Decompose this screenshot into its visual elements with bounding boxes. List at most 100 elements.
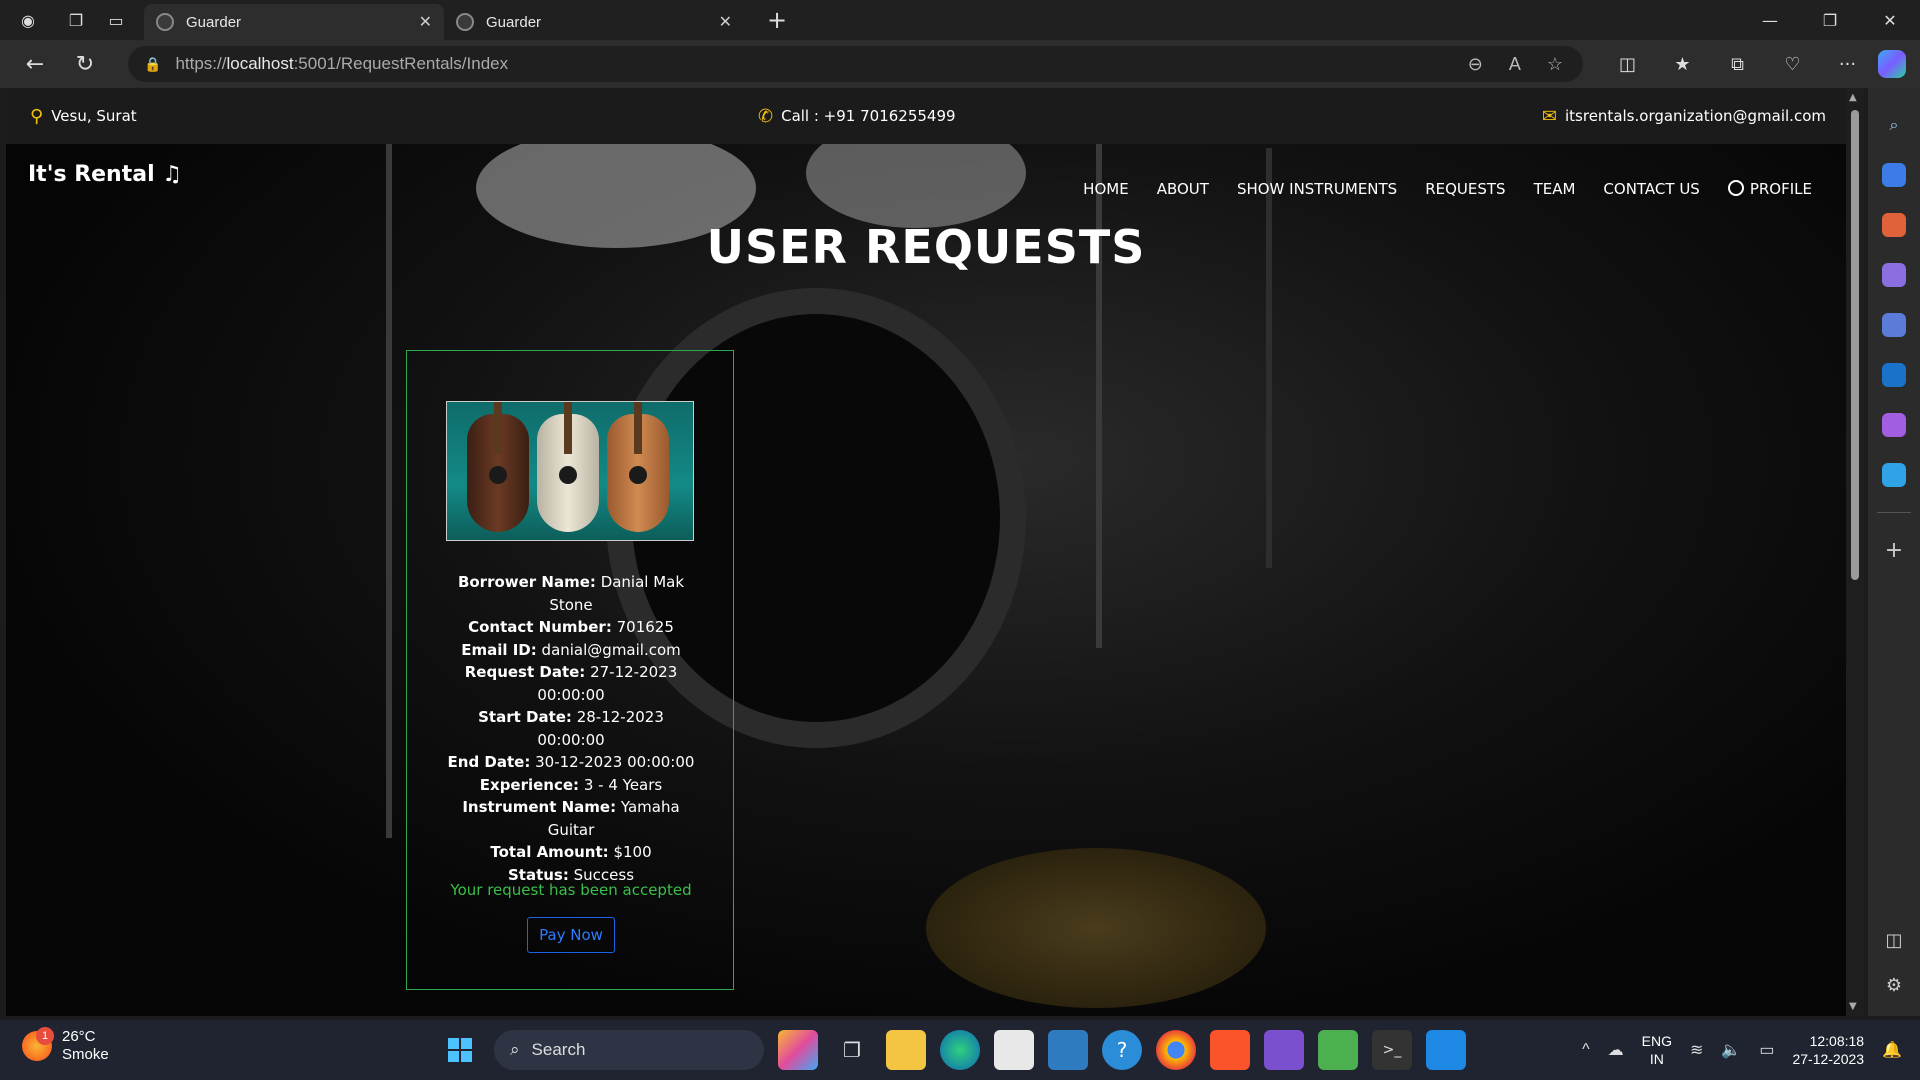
scroll-thumb[interactable] [1851, 110, 1859, 580]
nav-home[interactable]: HOME [1083, 180, 1129, 198]
search-label: Search [531, 1040, 586, 1059]
request-card: Borrower Name: Danial Mak Stone Contact … [406, 350, 734, 990]
scroll-down-icon[interactable]: ▼ [1849, 1001, 1857, 1012]
edge-browser-icon[interactable] [940, 1030, 980, 1070]
new-tab-icon[interactable]: + [762, 6, 792, 34]
call-info: ✆ Call : +91 7016255499 [758, 106, 956, 127]
brave-icon[interactable] [1210, 1030, 1250, 1070]
copilot-app-icon[interactable] [778, 1030, 818, 1070]
mysql-app-icon[interactable] [1048, 1030, 1088, 1070]
pay-now-button[interactable]: Pay Now [527, 917, 615, 953]
browser-tab-2[interactable]: Guarder ✕ [444, 4, 744, 40]
url-field[interactable]: 🔒 https://localhost:5001/RequestRentals/… [128, 46, 1583, 82]
weather-widget[interactable]: 1 26°C Smoke [22, 1027, 109, 1064]
outlook-icon[interactable] [1882, 363, 1906, 387]
windows-taskbar: 1 26°C Smoke ⌕ Search ❐ ? >_ ^ ☁ ENG IN [0, 1020, 1920, 1080]
help-app-icon[interactable]: ? [1102, 1030, 1142, 1070]
zoom-icon[interactable]: ⊖ [1468, 54, 1483, 75]
file-explorer-icon[interactable] [886, 1030, 926, 1070]
visual-studio-icon[interactable] [1264, 1030, 1304, 1070]
start-button-icon[interactable] [440, 1030, 480, 1070]
favorites-icon[interactable]: ★ [1655, 54, 1710, 75]
restore-icon[interactable]: ❐ [1800, 0, 1860, 40]
settings-gear-icon[interactable]: ⚙ [1886, 975, 1902, 996]
workspaces-icon[interactable]: ❐ [56, 0, 96, 40]
page-scrollbar[interactable]: ▲ ▼ [1846, 88, 1864, 1016]
taskbar-search[interactable]: ⌕ Search [494, 1030, 764, 1070]
onedrive-icon[interactable]: ☁ [1608, 1040, 1624, 1060]
chrome-icon[interactable] [1156, 1030, 1196, 1070]
language-code: ENG [1641, 1033, 1672, 1049]
nav-team[interactable]: TEAM [1534, 180, 1576, 198]
clock-time: 12:08:18 [1809, 1033, 1865, 1049]
call-text: Call : +91 7016255499 [781, 107, 956, 125]
shopping-tag-icon[interactable] [1882, 163, 1906, 187]
profile-avatar-icon[interactable]: ◉ [0, 0, 56, 40]
microsoft-365-icon[interactable] [1882, 313, 1906, 337]
vscode-icon[interactable] [1426, 1030, 1466, 1070]
temperature-text: 26°C [62, 1028, 96, 1045]
scroll-up-icon[interactable]: ▲ [1849, 92, 1857, 103]
region-code: IN [1649, 1051, 1664, 1067]
designer-icon[interactable] [1882, 413, 1906, 437]
add-icon[interactable]: + [1882, 538, 1906, 563]
tab-close-icon[interactable]: ✕ [719, 12, 732, 32]
tab-actions-icon[interactable]: ▭ [96, 0, 136, 40]
guitar-shape [607, 402, 669, 532]
nav-profile-label: PROFILE [1749, 180, 1812, 198]
tab-close-icon[interactable]: ✕ [419, 12, 432, 32]
weather-sun-icon: 1 [22, 1027, 54, 1061]
end-date-row: End Date: 30-12-2023 00:00:00 [447, 753, 695, 771]
microsoft-store-icon[interactable] [994, 1030, 1034, 1070]
clock[interactable]: 12:08:18 27-12-2023 [1792, 1032, 1864, 1068]
games-icon[interactable] [1882, 263, 1906, 287]
sidebar-divider [1877, 512, 1911, 513]
user-circle-icon [1727, 180, 1744, 196]
stand-shape [1096, 128, 1102, 648]
tab-favicon-icon [456, 13, 474, 31]
phone-icon: ✆ [758, 105, 774, 127]
nav-show-instruments[interactable]: SHOW INSTRUMENTS [1237, 180, 1397, 198]
instrument-image [446, 401, 694, 541]
back-icon[interactable]: ← [10, 40, 60, 88]
collections-icon[interactable]: ⧉ [1710, 54, 1765, 75]
read-aloud-icon[interactable]: A [1509, 54, 1521, 75]
nav-requests[interactable]: REQUESTS [1425, 180, 1505, 198]
close-window-icon[interactable]: ✕ [1860, 0, 1920, 40]
copilot-icon[interactable] [1878, 50, 1906, 78]
task-view-icon[interactable]: ❐ [832, 1030, 872, 1070]
chevron-up-icon[interactable]: ^ [1582, 1041, 1590, 1059]
refresh-icon[interactable]: ↻ [60, 40, 110, 88]
url-path: :5001/RequestRentals/Index [293, 54, 509, 73]
url-prefix: https:// [175, 54, 227, 73]
more-options-icon[interactable]: ··· [1820, 54, 1875, 75]
nav-profile[interactable]: PROFILE [1727, 180, 1812, 198]
search-icon[interactable]: ⌕ [1882, 113, 1906, 137]
main-nav: HOME ABOUT SHOW INSTRUMENTS REQUESTS TEA… [1083, 180, 1812, 198]
email-text[interactable]: itsrentals.organization@gmail.com [1565, 107, 1826, 125]
nav-about[interactable]: ABOUT [1157, 180, 1209, 198]
hide-sidebar-icon[interactable]: ◫ [1885, 930, 1902, 951]
total-row: Total Amount: $100 [490, 843, 652, 861]
language-indicator[interactable]: ENG IN [1642, 1032, 1672, 1068]
browser-essentials-icon[interactable]: ♡ [1765, 54, 1820, 75]
notification-bell-icon[interactable]: 🔔 [1882, 1040, 1902, 1060]
email-info[interactable]: ✉ itsrentals.organization@gmail.com [1542, 106, 1826, 127]
terminal-icon[interactable]: >_ [1372, 1030, 1412, 1070]
search-icon: ⌕ [510, 1040, 520, 1059]
browser-tab-1[interactable]: Guarder ✕ [144, 4, 444, 40]
wifi-icon[interactable]: ≋ [1690, 1040, 1703, 1060]
tools-briefcase-icon[interactable] [1882, 213, 1906, 237]
nav-contact[interactable]: CONTACT US [1603, 180, 1699, 198]
volume-icon[interactable]: 🔈 [1721, 1040, 1741, 1060]
battery-icon[interactable]: ▭ [1759, 1040, 1774, 1060]
tab-title: Guarder [486, 13, 542, 31]
paint-tool-icon[interactable] [1318, 1030, 1358, 1070]
minimize-icon[interactable]: — [1740, 0, 1800, 40]
split-screen-icon[interactable]: ◫ [1600, 54, 1655, 75]
lock-icon[interactable]: 🔒 [144, 56, 161, 73]
url-host: localhost [226, 54, 294, 73]
favorite-star-icon[interactable]: ☆ [1547, 54, 1563, 75]
drop-send-icon[interactable] [1882, 463, 1906, 487]
site-logo[interactable]: It's Rental ♫ [28, 162, 182, 187]
